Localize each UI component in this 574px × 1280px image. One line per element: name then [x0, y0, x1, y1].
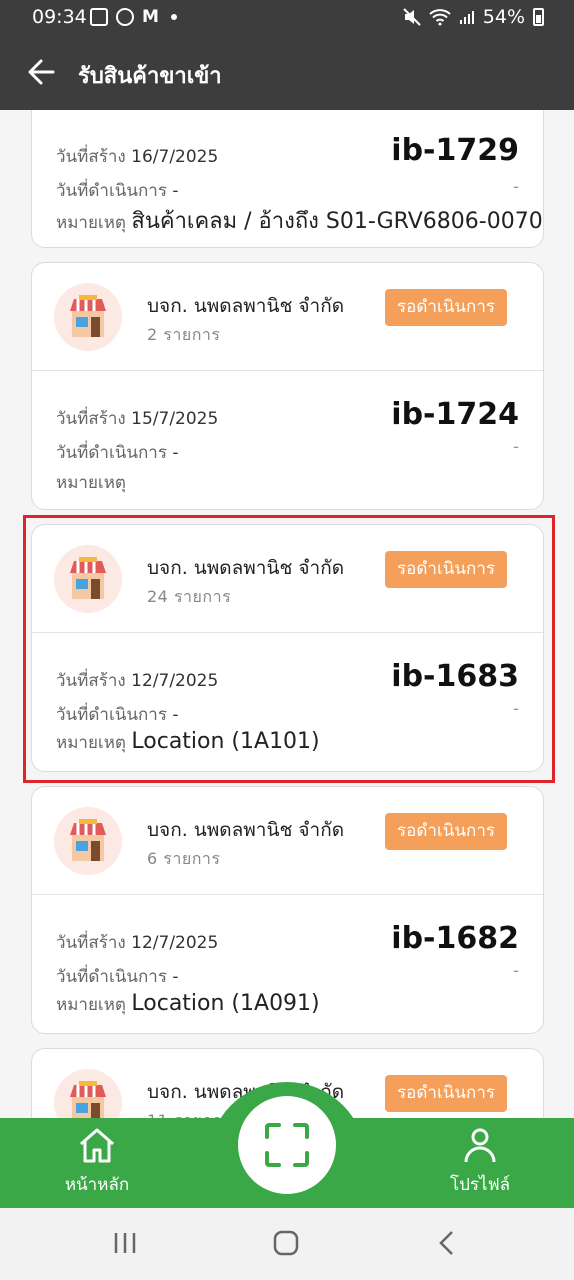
order-card-header: บจก. นพดลพานิช จำกัด 2 รายการ รอดำเนินกา… — [32, 263, 543, 371]
page-title: รับสินค้าขาเข้า — [78, 64, 222, 89]
status-badge: รอดำเนินการ — [385, 813, 507, 850]
recent-apps-icon — [114, 1233, 136, 1253]
nav-home-label: หน้าหลัก — [64, 1175, 130, 1195]
created-label: วันที่สร้าง — [56, 409, 126, 429]
order-card-body: วันที่สร้าง 15/7/2025 ib-1724 วันที่ดำเน… — [32, 371, 543, 511]
note-label: หมายเหตุ — [56, 995, 126, 1015]
item-count: 6 รายการ — [147, 849, 221, 868]
note-value: สินค้าเคลม / อ้างถึง S01-GRV6806-0070 — [131, 209, 543, 234]
note-row: หมายเหตุ Location (1A091) — [56, 991, 320, 1018]
company-name: บจก. นพดลพานิช จำกัด — [147, 295, 345, 317]
selection-highlight — [23, 515, 555, 783]
note-label: หมายเหตุ — [56, 213, 126, 233]
item-count: 2 รายการ — [147, 325, 221, 344]
chevron-left-icon — [439, 1231, 453, 1255]
processed-date: - — [172, 967, 179, 987]
note-row: หมายเหตุ — [56, 469, 126, 496]
created-label: วันที่สร้าง — [56, 933, 126, 953]
created-row: วันที่สร้าง 12/7/2025 — [56, 929, 218, 956]
nav-home[interactable]: หน้าหลัก — [55, 1126, 139, 1198]
processed-right-value: - — [512, 177, 519, 197]
store-avatar — [54, 283, 122, 351]
processed-label: วันที่ดำเนินการ — [56, 967, 167, 987]
app-bar: รับสินค้าขาเข้า — [0, 36, 574, 110]
status-badge: รอดำเนินการ — [385, 1075, 507, 1112]
processed-date: - — [172, 443, 179, 463]
nav-profile[interactable]: โปรไฟล์ — [440, 1126, 520, 1198]
battery-icon — [533, 8, 544, 26]
system-status: 54% — [403, 6, 544, 28]
more-notifications-icon — [170, 14, 177, 20]
order-card-body: วันที่สร้าง 12/7/2025 ib-1682 วันที่ดำเน… — [32, 895, 543, 1035]
home-icon — [80, 1128, 114, 1163]
created-date: 15/7/2025 — [131, 409, 219, 429]
mute-icon — [403, 8, 421, 26]
created-row: วันที่สร้าง 16/7/2025 — [56, 143, 218, 170]
created-date: 12/7/2025 — [131, 933, 219, 953]
home-system-button[interactable] — [273, 1230, 299, 1260]
recent-apps-button[interactable] — [112, 1230, 138, 1260]
back-button[interactable] — [26, 54, 58, 90]
note-row: หมายเหตุ สินค้าเคลม / อ้างถึง S01-GRV680… — [56, 203, 543, 238]
store-avatar — [54, 1069, 122, 1120]
status-badge: รอดำเนินการ — [385, 289, 507, 326]
order-card-header: บจก. นพดลพานิช จำกัด 6 รายการ รอดำเนินกา… — [32, 787, 543, 895]
signal-icon — [459, 11, 474, 24]
note-label: หมายเหตุ — [56, 473, 126, 493]
inbound-list[interactable]: วันที่สร้าง 16/7/2025 ib-1729 วันที่ดำเน… — [0, 110, 574, 1120]
note-value: Location (1A091) — [131, 991, 320, 1016]
order-id: ib-1724 — [391, 397, 519, 432]
processed-label: วันที่ดำเนินการ — [56, 443, 167, 463]
order-id: ib-1729 — [391, 133, 519, 168]
store-icon — [70, 819, 106, 861]
processed-row: วันที่ดำเนินการ - — [56, 439, 179, 466]
processed-label: วันที่ดำเนินการ — [56, 181, 167, 201]
store-avatar — [54, 807, 122, 875]
app-notification-icon — [116, 8, 134, 26]
wifi-icon — [429, 9, 451, 26]
nav-profile-label: โปรไฟล์ — [449, 1175, 511, 1195]
order-card[interactable]: บจก. นพดลพานิช จำกัด 6 รายการ รอดำเนินกา… — [31, 786, 544, 1034]
order-id: ib-1682 — [391, 921, 519, 956]
created-label: วันที่สร้าง — [56, 147, 126, 167]
status-time: 09:34 — [32, 6, 87, 28]
processed-row: วันที่ดำเนินการ - — [56, 963, 179, 990]
notification-icons: M — [90, 8, 177, 26]
home-circle-icon — [273, 1230, 299, 1256]
processed-right-value: - — [512, 961, 519, 981]
created-row: วันที่สร้าง 15/7/2025 — [56, 405, 218, 432]
created-date: 16/7/2025 — [131, 147, 219, 167]
store-icon — [70, 295, 106, 337]
system-navigation — [0, 1208, 574, 1280]
scan-button[interactable] — [238, 1096, 336, 1194]
gallery-icon — [90, 8, 108, 26]
profile-icon — [464, 1128, 496, 1163]
company-name: บจก. นพดลพานิช จำกัด — [147, 819, 345, 841]
order-card[interactable]: บจก. นพดลพานิช จำกัด 2 รายการ รอดำเนินกา… — [31, 262, 544, 510]
back-system-button[interactable] — [436, 1230, 458, 1260]
scan-icon — [265, 1123, 309, 1167]
processed-row: วันที่ดำเนินการ - — [56, 177, 179, 204]
order-card[interactable]: วันที่สร้าง 16/7/2025 ib-1729 วันที่ดำเน… — [31, 110, 544, 248]
processed-right-value: - — [512, 437, 519, 457]
status-bar: 09:34 M 54% — [0, 0, 574, 36]
gmail-icon: M — [142, 7, 159, 27]
processed-date: - — [172, 181, 179, 201]
battery-level: 54% — [482, 6, 525, 28]
store-icon — [70, 1081, 106, 1120]
arrow-left-icon — [28, 59, 55, 85]
